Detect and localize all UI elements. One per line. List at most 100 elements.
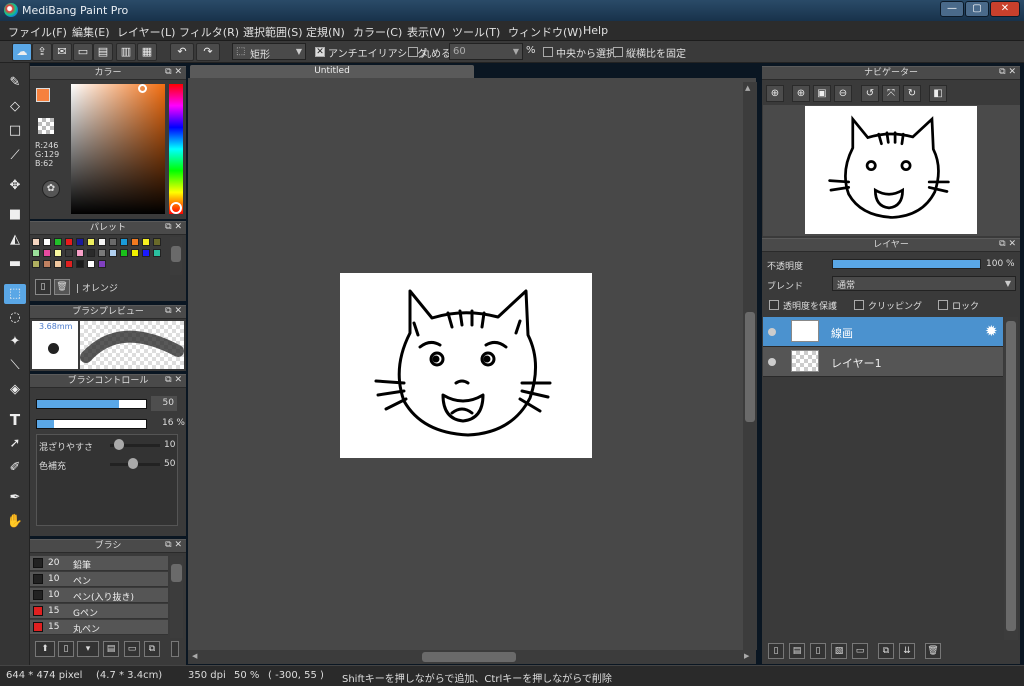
scroll-left-icon[interactable]: ◀ bbox=[192, 652, 197, 660]
transparent-color-swatch[interactable] bbox=[38, 118, 54, 134]
magic-wand-icon[interactable]: ✦ bbox=[4, 332, 26, 352]
new-layer-icon[interactable]: ▯ bbox=[768, 643, 784, 659]
palette-swatch[interactable] bbox=[98, 238, 106, 246]
zoom-fit-icon[interactable]: ⊕ bbox=[766, 85, 784, 102]
palette-swatch[interactable] bbox=[54, 238, 62, 246]
scroll-right-icon[interactable]: ▶ bbox=[744, 652, 749, 660]
clipping-checkbox[interactable] bbox=[854, 300, 864, 310]
palette-swatch[interactable] bbox=[153, 238, 161, 246]
palette-swatch[interactable] bbox=[109, 249, 117, 257]
new-1bit-layer-icon[interactable]: ▯ bbox=[810, 643, 826, 659]
menu-file[interactable]: ファイル(F) bbox=[8, 24, 67, 40]
new-tone-layer-icon[interactable]: ▧ bbox=[831, 643, 847, 659]
panel-close-icon[interactable]: ⧉ ✕ bbox=[165, 221, 182, 233]
grid-icon[interactable]: ▦ bbox=[137, 43, 157, 61]
brush-item[interactable]: 20 鉛筆 bbox=[30, 556, 168, 571]
minimize-button[interactable]: — bbox=[940, 1, 964, 17]
new-page-icon[interactable]: ▯ bbox=[58, 641, 74, 657]
brush-item[interactable]: 10 ペン bbox=[30, 572, 168, 587]
rect-select-icon[interactable]: ⬚ bbox=[4, 284, 26, 304]
palette-swatch[interactable] bbox=[76, 249, 84, 257]
fit-window-icon[interactable]: ▣ bbox=[813, 85, 831, 102]
hand-tool-icon[interactable]: ✋ bbox=[4, 512, 26, 532]
menu-color[interactable]: カラー(C) bbox=[353, 24, 402, 40]
palette-swatch[interactable] bbox=[87, 249, 95, 257]
palette-swatch[interactable] bbox=[98, 260, 106, 268]
visibility-eye-icon[interactable] bbox=[768, 358, 776, 366]
share-icon[interactable]: ⇪ bbox=[32, 43, 52, 61]
tab-untitled[interactable]: Untitled bbox=[190, 65, 474, 78]
layer-opacity-slider[interactable] bbox=[832, 259, 981, 269]
palette-swatch[interactable] bbox=[76, 238, 84, 246]
select-pen-tool-icon[interactable]: ⟍ bbox=[4, 356, 26, 376]
gear-icon[interactable]: ✹ bbox=[985, 322, 998, 340]
palette-swatch[interactable] bbox=[131, 238, 139, 246]
page-icon[interactable]: ▤ bbox=[93, 43, 113, 61]
move-tool-icon[interactable]: ✥ bbox=[4, 176, 26, 196]
cloud-icon[interactable]: ☁ bbox=[12, 43, 32, 61]
palette-swatch[interactable] bbox=[65, 249, 73, 257]
visibility-eye-icon[interactable] bbox=[768, 328, 776, 336]
zoom-out-icon[interactable]: ⊖ bbox=[834, 85, 852, 102]
canvas-horizontal-thumb[interactable] bbox=[422, 652, 516, 662]
palette-swatch[interactable] bbox=[98, 249, 106, 257]
blend-select[interactable]: 通常 ▼ bbox=[832, 276, 1016, 291]
brush-settings-icon[interactable]: ▾ bbox=[77, 641, 99, 657]
operation-tool-icon[interactable]: ➚ bbox=[4, 434, 26, 454]
palette-swatch[interactable] bbox=[142, 249, 150, 257]
mix-slider-handle[interactable] bbox=[114, 439, 124, 450]
palette-swatch[interactable] bbox=[43, 249, 51, 257]
brush-tool-icon[interactable]: ✎ bbox=[4, 73, 26, 93]
canvas-vertical-thumb[interactable] bbox=[745, 312, 755, 422]
canvas-vertical-scrollbar[interactable]: ▲ bbox=[743, 82, 757, 650]
shape-select[interactable]: ⬚ 矩形 ▼ bbox=[232, 43, 306, 61]
dot-tool-icon[interactable]: □ bbox=[4, 121, 26, 141]
palette-swatch[interactable] bbox=[120, 249, 128, 257]
duplicate-icon[interactable]: ⧉ bbox=[144, 641, 160, 657]
trash-icon[interactable]: 🗑 bbox=[54, 279, 70, 295]
panel-close-icon[interactable]: ⧉ ✕ bbox=[999, 66, 1016, 78]
brush-size-slider[interactable] bbox=[36, 399, 147, 409]
panel-close-icon[interactable]: ⧉ ✕ bbox=[165, 66, 182, 78]
reset-view-icon[interactable]: ⤧ bbox=[882, 85, 900, 102]
saturation-value-picker[interactable] bbox=[71, 84, 165, 214]
hue-slider[interactable] bbox=[169, 84, 183, 214]
menu-window[interactable]: ウィンドウ(W) bbox=[508, 24, 582, 40]
duplicate-layer-icon[interactable]: ⧉ bbox=[878, 643, 894, 659]
panel-close-icon[interactable]: ⧉ ✕ bbox=[165, 305, 182, 317]
new-folder-icon[interactable]: ▭ bbox=[852, 643, 868, 659]
fill-slider-handle[interactable] bbox=[128, 458, 138, 469]
hue-slider-handle[interactable] bbox=[170, 202, 182, 214]
palette-swatch[interactable] bbox=[109, 238, 117, 246]
layer-item-lineart[interactable]: 線画 ✹ bbox=[763, 317, 1003, 347]
palette-swatch[interactable] bbox=[76, 260, 84, 268]
brush-size-value[interactable]: 50 bbox=[151, 396, 177, 411]
brush-copy-icon[interactable]: ▤ bbox=[103, 641, 119, 657]
color-picker-handle[interactable] bbox=[138, 84, 147, 93]
panel-close-icon[interactable]: ⧉ ✕ bbox=[999, 238, 1016, 250]
brush-list-scroll-icon[interactable] bbox=[171, 641, 179, 657]
delete-layer-icon[interactable]: 🗑 bbox=[925, 643, 941, 659]
rotate-left-icon[interactable]: ↺ bbox=[861, 85, 879, 102]
palette-swatch[interactable] bbox=[43, 238, 51, 246]
eraser-tool-icon[interactable]: ◇ bbox=[4, 97, 26, 117]
fill-shape-icon[interactable]: ■ bbox=[4, 205, 26, 225]
brush-item[interactable]: 15 丸ペン bbox=[30, 620, 168, 635]
brush-opacity-slider[interactable] bbox=[36, 419, 147, 429]
palette-swatch[interactable] bbox=[32, 260, 40, 268]
scroll-up-icon[interactable]: ▲ bbox=[745, 84, 750, 92]
palette-swatch[interactable] bbox=[87, 260, 95, 268]
new-halftone-layer-icon[interactable]: ▤ bbox=[789, 643, 805, 659]
menu-layer[interactable]: レイヤー(L) bbox=[117, 24, 175, 40]
menu-help[interactable]: Help bbox=[583, 24, 608, 37]
panel-icon[interactable]: ▥ bbox=[116, 43, 136, 61]
add-brush-icon[interactable]: ⬆ bbox=[35, 641, 55, 657]
divide-tool-icon[interactable]: ✐ bbox=[4, 458, 26, 478]
new-palette-icon[interactable]: ▯ bbox=[35, 279, 51, 295]
layer-list-scrollbar[interactable] bbox=[1004, 317, 1018, 640]
round-value-field[interactable]: 60 ▼ bbox=[449, 43, 523, 60]
round-checkbox[interactable] bbox=[408, 47, 418, 57]
redo-icon[interactable]: ↷ bbox=[196, 43, 220, 61]
antialias-checkbox[interactable]: ✕ bbox=[315, 47, 325, 57]
menu-filter[interactable]: フィルタ(R) bbox=[179, 24, 239, 40]
